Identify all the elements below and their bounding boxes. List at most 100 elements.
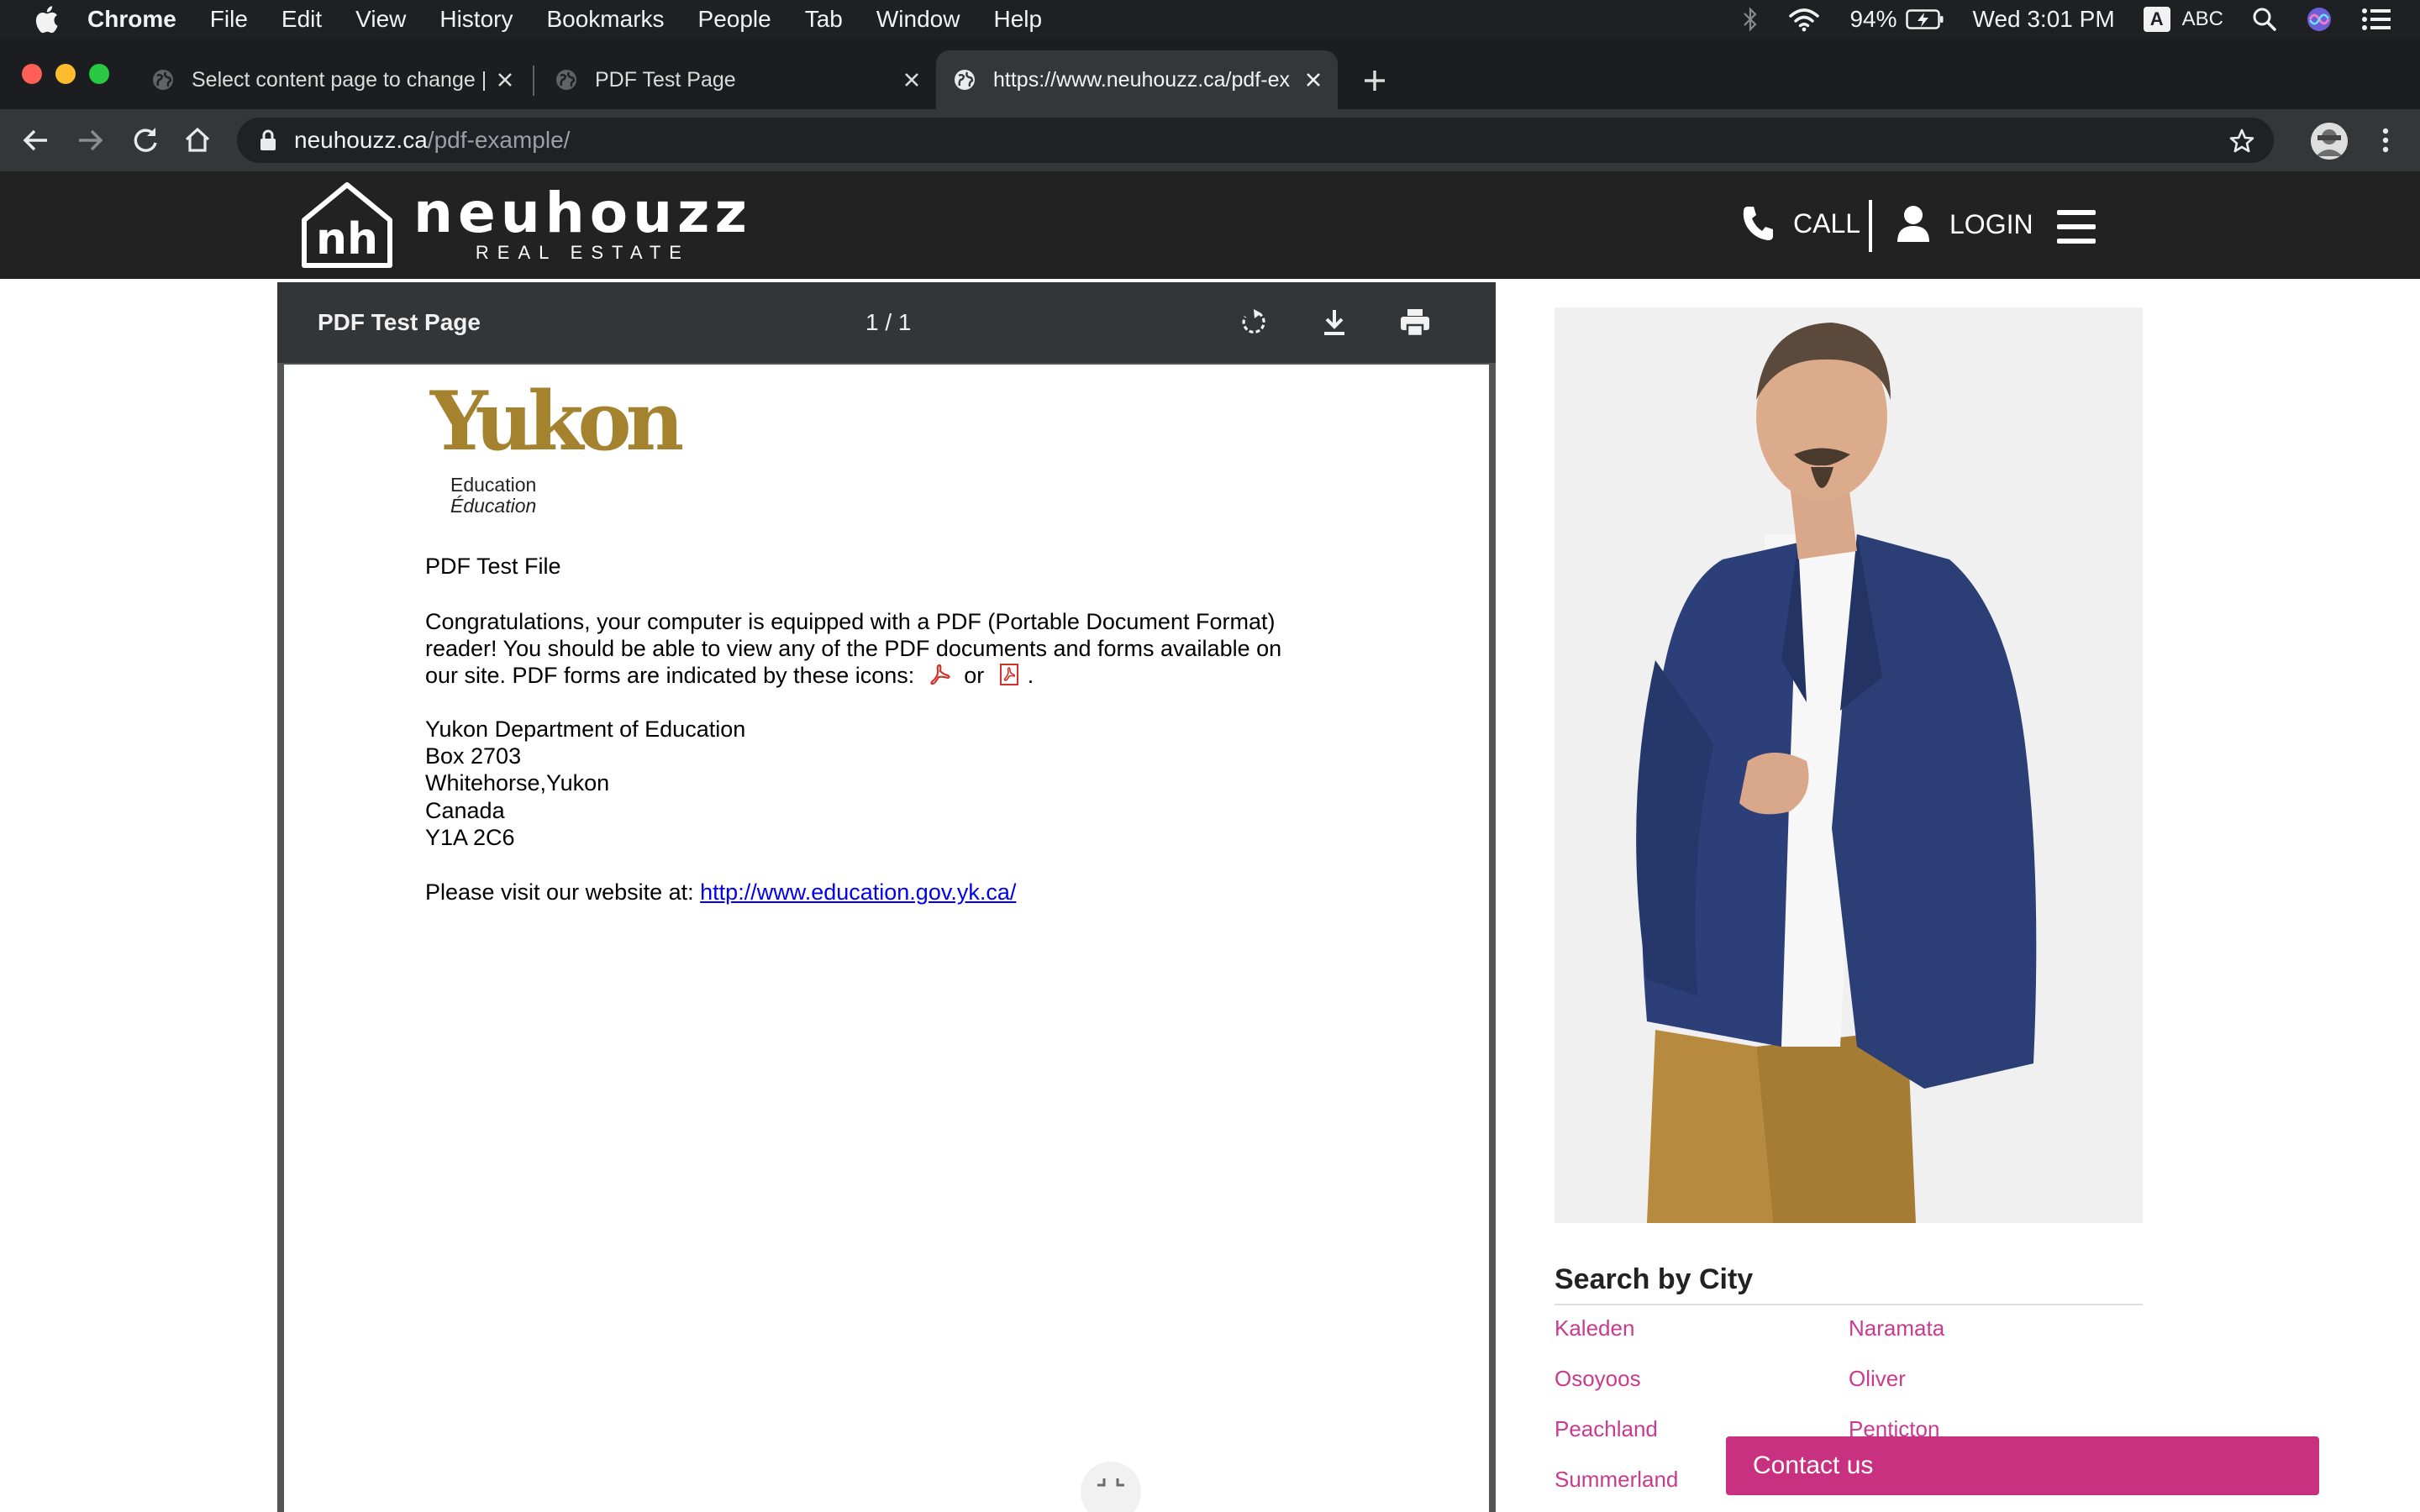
globe-icon — [556, 70, 576, 90]
user-icon — [1897, 206, 1929, 242]
window-close-button[interactable] — [22, 64, 42, 84]
window-minimize-button[interactable] — [55, 64, 76, 84]
rotate-icon[interactable] — [1237, 306, 1270, 339]
hamburger-menu-icon[interactable] — [2057, 210, 2096, 244]
acrobat-icon — [930, 664, 950, 685]
city-link-naramata[interactable]: Naramata — [1849, 1315, 1944, 1341]
pdf-paragraph-line: our site. PDF forms are indicated by the… — [425, 662, 1034, 689]
agent-portrait-image — [1555, 307, 2143, 1223]
menu-bookmarks[interactable]: Bookmarks — [546, 6, 664, 33]
lock-icon[interactable] — [259, 129, 277, 151]
download-icon[interactable] — [1318, 306, 1351, 339]
call-label: CALL — [1793, 207, 1861, 239]
header-divider — [1869, 200, 1872, 252]
login-label: LOGIN — [1949, 208, 2033, 239]
forward-arrow-icon[interactable] — [74, 124, 106, 156]
site-header: nh neuhouzz REAL ESTATE CALL LOGIN — [0, 171, 2420, 279]
macos-menubar: Chrome File Edit View History Bookmarks … — [0, 0, 2420, 39]
tab-title: PDF Test Page — [595, 67, 736, 92]
city-link-kaleden[interactable]: Kaleden — [1555, 1315, 1634, 1341]
print-icon[interactable] — [1398, 306, 1432, 339]
city-link-oliver[interactable]: Oliver — [1849, 1366, 1906, 1392]
menu-edit[interactable]: Edit — [281, 6, 322, 33]
globe-icon — [955, 70, 975, 90]
contact-us-label: Contact us — [1753, 1452, 1874, 1479]
pdf-page: Yukon Education Éducation PDF Test File … — [284, 365, 1489, 1512]
yukon-logo-line2: Éducation — [450, 495, 537, 517]
pdf-page-indicator: 1 / 1 — [865, 309, 912, 335]
city-link-summerland[interactable]: Summerland — [1555, 1467, 1678, 1493]
url-path: /pdf-example/ — [427, 127, 571, 153]
more-options-icon[interactable] — [2370, 124, 2402, 156]
battery-percent: 94% — [1849, 6, 1897, 33]
spotlight-search-icon[interactable] — [2252, 7, 2277, 32]
tab-separator — [533, 66, 534, 96]
globe-icon — [153, 70, 173, 90]
siri-icon[interactable] — [2306, 6, 2333, 33]
new-tab-icon[interactable] — [1358, 64, 1392, 97]
browser-tab[interactable]: Select content page to change | — [151, 50, 521, 109]
logo-wordmark: neuhouzz REAL ESTATE — [413, 186, 752, 264]
pdf-paragraph-text: or — [957, 663, 991, 688]
menubar-status-area: 94% Wed 3:01 PM A ABC — [1742, 0, 2420, 39]
reload-icon[interactable] — [129, 124, 161, 156]
pdf-visit-line: Please visit our website at: http://www.… — [425, 879, 1016, 906]
tab-close-icon[interactable] — [492, 67, 518, 92]
pdf-toolbar: PDF Test Page 1 / 1 — [277, 282, 1496, 363]
city-link-osoyoos[interactable]: Osoyoos — [1555, 1366, 1641, 1392]
search-by-city-title: Search by City — [1555, 1263, 1754, 1295]
tab-title: Select content page to change | — [192, 67, 487, 92]
menu-help[interactable]: Help — [993, 6, 1042, 33]
bookmark-star-icon[interactable] — [2228, 128, 2255, 155]
menu-view[interactable]: View — [355, 6, 406, 33]
yukon-logo-line1: Education — [450, 474, 537, 496]
profile-avatar[interactable] — [2311, 123, 2348, 160]
apple-menu-icon[interactable] — [34, 5, 59, 34]
browser-tab-active[interactable]: https://www.neuhouzz.ca/pdf-ex — [936, 50, 1338, 109]
address-bar[interactable]: neuhouzz.ca/pdf-example/ — [237, 118, 2274, 163]
house-logo-icon: nh — [302, 182, 392, 268]
site-logo[interactable]: nh neuhouzz REAL ESTATE — [301, 181, 752, 269]
menu-app-name[interactable]: Chrome — [87, 6, 176, 33]
agent-photo — [1555, 307, 2143, 1223]
pdf-visit-text: Please visit our website at: — [425, 879, 701, 905]
tab-close-icon[interactable] — [1301, 67, 1326, 92]
pdf-address-line: Y1A 2C6 — [425, 825, 515, 850]
pdf-file-icon — [999, 664, 1018, 685]
window-zoom-button[interactable] — [89, 64, 109, 84]
tab-title: https://www.neuhouzz.ca/pdf-ex — [993, 67, 1290, 92]
home-icon[interactable] — [182, 124, 213, 156]
contact-us-button[interactable]: Contact us — [1726, 1436, 2319, 1495]
pdf-paragraph-line: reader! You should be able to view any o… — [425, 636, 1282, 661]
battery-charging-icon[interactable] — [1905, 8, 1944, 30]
pdf-viewer: PDF Test Page 1 / 1 Yukon Education Éduc… — [277, 282, 1496, 1512]
pdf-address-line: Whitehorse,Yukon — [425, 770, 610, 795]
menubar-clock[interactable]: Wed 3:01 PM — [1973, 6, 2115, 33]
bluetooth-icon[interactable] — [1742, 7, 1759, 32]
menu-file[interactable]: File — [210, 6, 248, 33]
menu-window[interactable]: Window — [876, 6, 960, 33]
url-host: neuhouzz.ca — [294, 127, 428, 153]
pdf-address-line: Canada — [425, 798, 505, 823]
pdf-website-link[interactable]: http://www.education.gov.yk.ca/ — [700, 879, 1016, 905]
pdf-paragraph-text: our site. PDF forms are indicated by the… — [425, 663, 921, 688]
battery-percent-text: 94% — [1849, 6, 1897, 32]
tab-close-icon[interactable] — [899, 67, 924, 92]
yukon-logo-word: Yukon — [430, 374, 684, 469]
notification-center-icon[interactable] — [2361, 8, 2391, 31]
pdf-document-title: PDF Test Page — [318, 309, 481, 335]
menu-history[interactable]: History — [439, 6, 513, 33]
search-divider — [1555, 1304, 2143, 1305]
wifi-icon[interactable] — [1787, 7, 1821, 32]
input-source-label[interactable]: ABC — [2182, 8, 2223, 31]
menu-tab[interactable]: Tab — [805, 6, 843, 33]
pdf-address-line: Yukon Department of Education — [425, 717, 746, 742]
input-source-badge[interactable]: A — [2143, 7, 2170, 32]
browser-tab-strip: Select content page to change | PDF Test… — [0, 39, 2420, 109]
menu-people[interactable]: People — [698, 6, 771, 33]
city-link-peachland[interactable]: Peachland — [1555, 1416, 1658, 1442]
browser-tab[interactable]: PDF Test Page — [555, 50, 924, 109]
login-button[interactable]: LOGIN — [1896, 205, 2033, 244]
call-button[interactable]: CALL — [1741, 205, 1860, 242]
back-arrow-icon[interactable] — [20, 124, 52, 156]
